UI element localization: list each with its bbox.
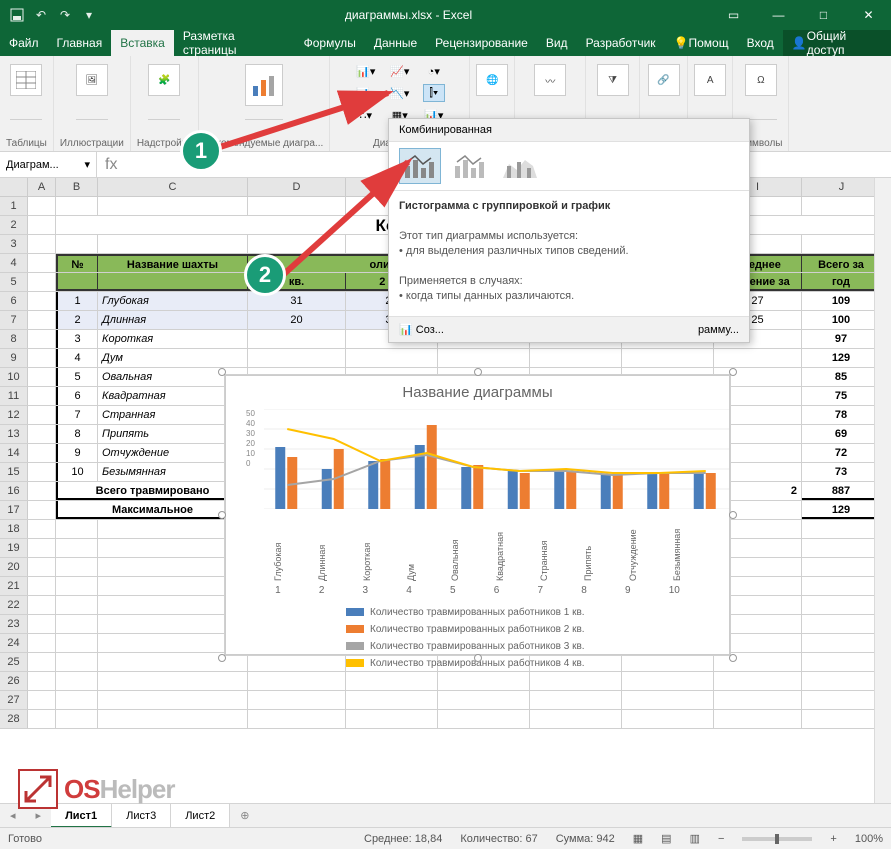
links-button[interactable]: 🔗 bbox=[648, 64, 680, 96]
hier-chart-icon[interactable]: 📊▾ bbox=[355, 84, 377, 102]
fx-icon[interactable]: fx bbox=[97, 156, 125, 174]
zoom-in-button[interactable]: + bbox=[830, 833, 836, 845]
bar-chart-icon[interactable]: 📊▾ bbox=[355, 62, 377, 80]
zoom-slider[interactable] bbox=[742, 837, 812, 841]
symbols-button[interactable]: Ω bbox=[745, 64, 777, 96]
stat-chart-icon[interactable]: 📉▾ bbox=[389, 84, 411, 102]
tab-layout[interactable]: Разметка страницы bbox=[174, 30, 295, 56]
pie-chart-icon[interactable]: ◔▾ bbox=[423, 62, 445, 80]
sheet-nav-next[interactable]: ▸ bbox=[26, 809, 52, 822]
chart-legend[interactable]: Количество травмированных работников 1 к… bbox=[226, 596, 729, 672]
combo-chart-dropdown[interactable]: Комбинированная Гистограмма с группировк… bbox=[388, 118, 750, 343]
line-chart-icon[interactable]: 📈▾ bbox=[389, 62, 411, 80]
zoom-level[interactable]: 100% bbox=[855, 833, 883, 845]
create-custom-combo-link[interactable]: 📊 Соз...рамму... bbox=[389, 316, 749, 342]
chart-title[interactable]: Название диаграммы bbox=[226, 376, 729, 409]
scatter-chart-icon[interactable]: ∴▾ bbox=[355, 106, 377, 124]
watermark-logo: OSHelper bbox=[18, 769, 175, 809]
combo-column-line-2axis-icon[interactable] bbox=[449, 148, 491, 184]
status-bar: Готово Среднее: 18,84 Количество: 67 Сум… bbox=[0, 827, 891, 849]
sparklines-button[interactable]: 〰 bbox=[534, 64, 566, 96]
view-normal-icon[interactable]: ▦ bbox=[633, 832, 643, 845]
share-button[interactable]: 👤 Общий доступ bbox=[783, 30, 891, 56]
tab-view[interactable]: Вид bbox=[537, 30, 577, 56]
undo-icon[interactable]: ↶ bbox=[30, 4, 52, 26]
annotation-badge-1: 1 bbox=[180, 130, 222, 172]
combo-stacked-area-column-icon[interactable] bbox=[499, 148, 541, 184]
tooltip-body: Гистограмма с группировкой и график Этот… bbox=[389, 191, 749, 316]
embedded-chart[interactable]: Название диаграммы 50403020100 ГлубокаяД… bbox=[225, 375, 730, 655]
text-button[interactable]: A bbox=[694, 64, 726, 96]
view-pagebreak-icon[interactable]: ▥ bbox=[690, 832, 700, 845]
close-button[interactable]: ✕ bbox=[846, 0, 891, 30]
filters-button[interactable]: ⧩ bbox=[597, 64, 629, 96]
name-box[interactable]: Диаграм...▾ bbox=[0, 152, 97, 177]
chart-plot-area[interactable]: 50403020100 bbox=[246, 409, 709, 519]
sheet-add-button[interactable]: ⊕ bbox=[230, 809, 259, 822]
illustrations-button[interactable]: 🖼 bbox=[76, 64, 108, 96]
status-ready: Готово bbox=[8, 833, 42, 845]
minimize-button[interactable]: — bbox=[756, 0, 801, 30]
tables-button[interactable] bbox=[10, 64, 42, 96]
status-sum: Сумма: 942 bbox=[556, 833, 615, 845]
ribbon-tabs: Файл Главная Вставка Разметка страницы Ф… bbox=[0, 30, 891, 56]
combo-clustered-column-line-icon[interactable] bbox=[399, 148, 441, 184]
sheet-tab-2[interactable]: Лист2 bbox=[171, 804, 230, 828]
tab-insert[interactable]: Вставка bbox=[111, 30, 174, 56]
maximize-button[interactable]: □ bbox=[801, 0, 846, 30]
tab-developer[interactable]: Разработчик bbox=[577, 30, 665, 56]
recommended-charts-button[interactable] bbox=[245, 64, 283, 106]
qat-more-icon[interactable]: ▾ bbox=[78, 4, 100, 26]
status-average: Среднее: 18,84 bbox=[364, 833, 442, 845]
redo-icon[interactable]: ↷ bbox=[54, 4, 76, 26]
3d-map-button[interactable]: 🌐 bbox=[476, 64, 508, 96]
status-count: Количество: 67 bbox=[460, 833, 537, 845]
view-layout-icon[interactable]: ▤ bbox=[661, 832, 671, 845]
tab-data[interactable]: Данные bbox=[365, 30, 426, 56]
save-icon[interactable] bbox=[6, 4, 28, 26]
signin-button[interactable]: Вход bbox=[738, 30, 783, 56]
combo-chart-icon[interactable]: ⫿▾ bbox=[423, 84, 445, 102]
tab-file[interactable]: Файл bbox=[0, 30, 48, 56]
tab-formulas[interactable]: Формулы bbox=[295, 30, 365, 56]
addins-button[interactable]: 🧩 bbox=[148, 64, 180, 96]
tab-home[interactable]: Главная bbox=[48, 30, 112, 56]
window-title: диаграммы.xlsx - Excel bbox=[106, 8, 711, 22]
annotation-badge-2: 2 bbox=[244, 254, 286, 296]
tab-help[interactable]: 💡 Помощ bbox=[665, 30, 738, 56]
titlebar: ↶ ↷ ▾ диаграммы.xlsx - Excel ▭ — □ ✕ bbox=[0, 0, 891, 30]
zoom-out-button[interactable]: − bbox=[718, 833, 724, 845]
sheet-nav-prev[interactable]: ◂ bbox=[0, 809, 26, 822]
ribbon-min-icon[interactable]: ▭ bbox=[711, 0, 756, 30]
tab-review[interactable]: Рецензирование bbox=[426, 30, 537, 56]
dropdown-title: Комбинированная bbox=[389, 119, 749, 141]
vertical-scrollbar[interactable] bbox=[874, 178, 891, 803]
